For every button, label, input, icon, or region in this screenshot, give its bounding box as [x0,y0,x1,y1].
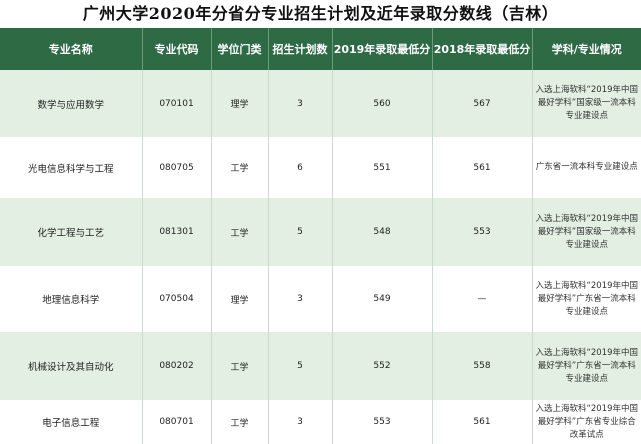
score-2018-cell: 561 [432,137,533,198]
major-code-cell: 070101 [142,70,212,137]
table-row: 化学工程与工艺 081301 工学 5 548 553 入选上海软科“2019年… [0,198,641,266]
score-2018-cell: 558 [432,332,533,400]
score-2018-cell: 561 [432,400,533,444]
major-name-cell: 地理信息科学 [0,266,143,332]
major-name-cell: 光电信息科学与工程 [0,137,143,198]
admission-table: 专业名称 专业代码 学位门类 招生计划数 2019年录取最低分 2018年录取最… [0,28,641,444]
major-name-cell: 电子信息工程 [0,400,143,444]
major-code-cell: 080705 [142,137,212,198]
major-code-cell: 070504 [142,266,212,332]
header-plan-count: 招生计划数 [268,28,333,70]
table-row: 地理信息科学 070504 理学 3 549 — 入选上海软科“2019年中国最… [0,266,641,332]
table-row: 数学与应用数学 070101 理学 3 560 567 入选上海软科“2019年… [0,70,641,137]
major-code-cell: 080701 [142,400,212,444]
header-score-2019: 2019年录取最低分 [332,28,433,70]
score-2019-cell: 553 [332,400,433,444]
table-row: 光电信息科学与工程 080705 工学 6 551 561 广东省一流本科专业建… [0,137,641,198]
score-2019-cell: 552 [332,332,433,400]
plan-cell: 5 [268,332,333,400]
discipline-info-cell: 入选上海软科“2019年中国最好学科”国家级一流本科专业建设点 [532,198,641,266]
major-code-cell: 080202 [142,332,212,400]
discipline-info-cell: 入选上海软科“2019年中国最好学科”广东省一流本科专业建设点 [532,266,641,332]
degree-cell: 工学 [211,198,269,266]
discipline-info-cell: 广东省一流本科专业建设点 [532,137,641,198]
plan-cell: 3 [268,70,333,137]
degree-cell: 理学 [211,70,269,137]
header-score-2018: 2018年录取最低分 [432,28,533,70]
discipline-info-cell: 入选上海软科“2019年中国最好学科”广东省一流本科专业建设点 [532,332,641,400]
degree-cell: 理学 [211,266,269,332]
major-name-cell: 化学工程与工艺 [0,198,143,266]
plan-cell: 5 [268,198,333,266]
degree-cell: 工学 [211,400,269,444]
plan-cell: 6 [268,137,333,198]
header-degree-category: 学位门类 [211,28,269,70]
plan-cell: 3 [268,400,333,444]
major-name-cell: 机械设计及其自动化 [0,332,143,400]
major-name-cell: 数学与应用数学 [0,70,143,137]
table-header-row: 专业名称 专业代码 学位门类 招生计划数 2019年录取最低分 2018年录取最… [0,28,641,70]
discipline-info-cell: 入选上海软科“2019年中国最好学科”广东省专业综合改革试点 [532,400,641,444]
major-code-cell: 081301 [142,198,212,266]
score-2019-cell: 560 [332,70,433,137]
header-major-code: 专业代码 [142,28,212,70]
table-row: 机械设计及其自动化 080202 工学 5 552 558 入选上海软科“201… [0,332,641,400]
score-2019-cell: 551 [332,137,433,198]
header-discipline-info: 学科/专业情况 [532,28,641,70]
score-2018-cell: 553 [432,198,533,266]
degree-cell: 工学 [211,137,269,198]
score-2019-cell: 549 [332,266,433,332]
table-row: 电子信息工程 080701 工学 3 553 561 入选上海软科“2019年中… [0,400,641,444]
plan-cell: 3 [268,266,333,332]
score-2019-cell: 548 [332,198,433,266]
degree-cell: 工学 [211,332,269,400]
score-2018-cell: — [432,266,533,332]
page-title: 广州大学2020年分省分专业招生计划及近年录取分数线（吉林） [82,4,559,23]
discipline-info-cell: 入选上海软科“2019年中国最好学科”国家级一流本科专业建设点 [532,70,641,137]
score-2018-cell: 567 [432,70,533,137]
header-major-name: 专业名称 [0,28,143,70]
